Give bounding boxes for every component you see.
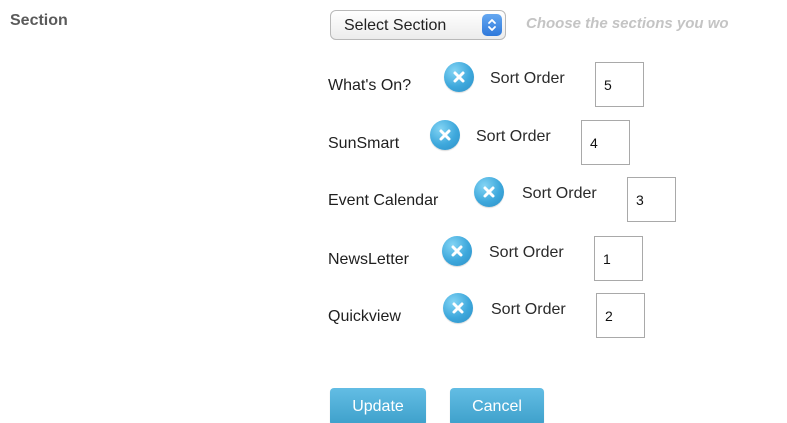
section-field-label: Section (10, 12, 68, 29)
close-icon[interactable] (474, 177, 504, 207)
close-icon[interactable] (443, 293, 473, 323)
section-select-value: Select Section (344, 17, 447, 34)
sort-order-label: Sort Order (490, 70, 565, 87)
section-form: Section Select Section Choose the sectio… (0, 0, 787, 423)
section-row-label: Event Calendar (328, 192, 439, 209)
sort-order-input[interactable] (627, 177, 676, 222)
section-row: NewsLetter Sort Order (328, 234, 648, 284)
sort-order-label: Sort Order (489, 244, 564, 261)
section-row: SunSmart Sort Order (328, 118, 648, 168)
sort-order-input[interactable] (594, 236, 643, 281)
section-row: What's On? Sort Order (328, 60, 648, 110)
section-row-label: SunSmart (328, 135, 400, 152)
section-row: Quickview Sort Order (328, 291, 648, 341)
sort-order-label: Sort Order (491, 301, 566, 318)
sort-order-label: Sort Order (476, 128, 551, 145)
sort-order-input[interactable] (581, 120, 630, 165)
section-select[interactable]: Select Section (330, 10, 506, 40)
section-row-label: What's On? (328, 77, 412, 94)
cancel-button[interactable]: Cancel (450, 388, 544, 423)
close-icon[interactable] (444, 62, 474, 92)
close-icon[interactable] (442, 236, 472, 266)
update-button[interactable]: Update (330, 388, 426, 423)
sort-order-input[interactable] (595, 62, 644, 107)
section-row-label: Quickview (328, 308, 401, 325)
section-row: Event Calendar Sort Order (328, 175, 688, 225)
close-icon[interactable] (430, 120, 460, 150)
sort-order-input[interactable] (596, 293, 645, 338)
chevron-up-down-icon (482, 14, 502, 36)
sort-order-label: Sort Order (522, 185, 597, 202)
section-row-label: NewsLetter (328, 251, 409, 268)
section-helper-text: Choose the sections you wo (526, 15, 729, 32)
